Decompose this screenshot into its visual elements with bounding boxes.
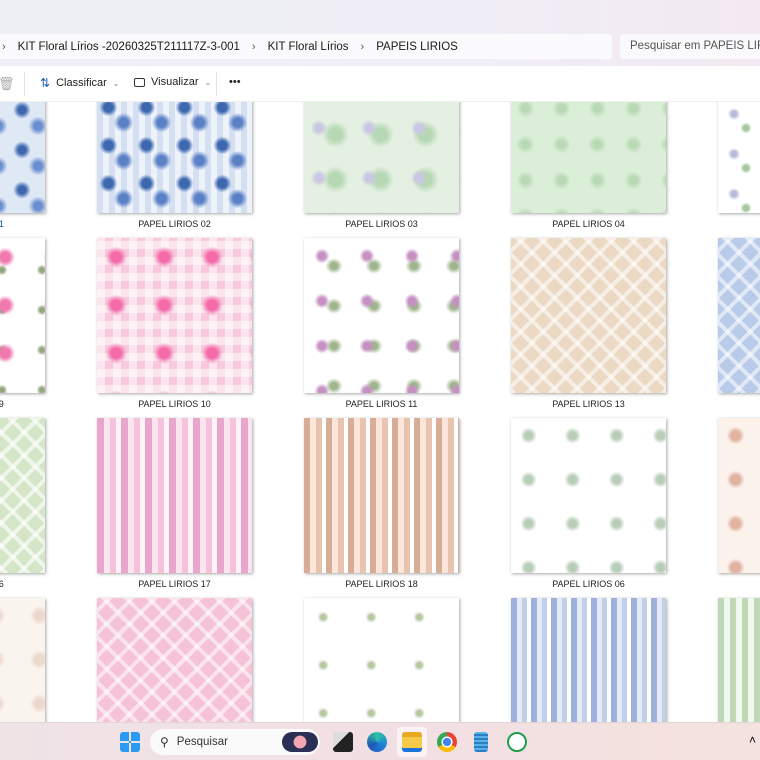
file-thumbnail[interactable]: [304, 238, 459, 393]
chevron-right-icon: ›: [360, 40, 365, 53]
breadcrumb-item[interactable]: KIT Floral Lírios: [268, 41, 349, 53]
start-icon[interactable]: [120, 732, 140, 752]
file-thumbnail[interactable]: [97, 102, 252, 213]
file-name[interactable]: PAPEL LIRIOS 06: [511, 579, 666, 589]
file-name[interactable]: PAPEL LIRIOS 18: [304, 579, 459, 589]
chevron-right-icon: ›: [2, 40, 6, 53]
file-thumbnail[interactable]: [718, 418, 760, 573]
chevron-up-icon[interactable]: ˄: [749, 733, 756, 747]
toolbar: 🗑 ⇅ Classificar ⌄ Visualizar ⌄ •••: [0, 66, 760, 102]
file-thumbnail[interactable]: [0, 238, 45, 393]
divider: [216, 72, 217, 96]
file-thumbnail[interactable]: [97, 598, 252, 722]
view-button[interactable]: Visualizar ⌄: [134, 76, 211, 88]
file-thumbnail[interactable]: [511, 598, 666, 722]
file-thumbnail[interactable]: [511, 418, 666, 573]
file-thumbnail[interactable]: [718, 598, 760, 722]
file-name[interactable]: PAPEL LIRIOS 10: [97, 399, 252, 409]
search-icon: ⚲: [160, 735, 169, 749]
edge-icon[interactable]: [367, 732, 387, 752]
file-thumbnail[interactable]: [0, 102, 45, 213]
breadcrumb-item[interactable]: PAPEIS LIRIOS: [376, 41, 458, 53]
file-thumbnail[interactable]: [0, 418, 45, 573]
task-view-icon[interactable]: [333, 732, 353, 752]
file-thumbnail[interactable]: [97, 418, 252, 573]
file-thumbnail[interactable]: [304, 102, 459, 213]
file-thumbnail[interactable]: [304, 598, 459, 722]
file-name[interactable]: PAPEL LIRIOS 11: [304, 399, 459, 409]
view-icon: [134, 77, 145, 87]
divider: [24, 72, 25, 96]
file-name[interactable]: PAPEL LIRIOS 17: [97, 579, 252, 589]
file-explorer-icon[interactable]: [402, 732, 422, 752]
delete-icon[interactable]: 🗑: [0, 76, 15, 92]
breadcrumb[interactable]: › KIT Floral Lírios -20260325T211117Z-3-…: [0, 34, 612, 59]
chevron-down-icon: ⌄: [204, 77, 212, 87]
chrome-icon[interactable]: [437, 732, 457, 752]
sort-label: Classificar: [56, 77, 107, 89]
file-name[interactable]: PAPEL LIRIOS 02: [97, 219, 252, 229]
chevron-down-icon: ⌄: [112, 78, 120, 88]
file-thumbnail[interactable]: [97, 238, 252, 393]
file-name[interactable]: PAPEL LIRIOS 03: [304, 219, 459, 229]
file-thumbnail[interactable]: [718, 238, 760, 393]
file-grid: PAPEL LIRIOS 01 PAPEL LIRIOS 02 PAPEL LIRI…: [0, 102, 760, 722]
file-thumbnail[interactable]: [511, 102, 666, 213]
more-options-button[interactable]: •••: [229, 76, 241, 88]
file-thumbnail[interactable]: [304, 418, 459, 573]
sort-icon: ⇅: [40, 76, 51, 90]
file-name[interactable]: PAPEL LIRIOS 01: [0, 219, 45, 229]
view-label: Visualizar: [151, 76, 199, 88]
taskbar: ⚲ Pesquisar ˄: [0, 722, 760, 760]
address-bar-area: › KIT Floral Lírios -20260325T211117Z-3-…: [0, 0, 760, 66]
search-highlight-icon: [282, 732, 318, 752]
file-thumbnail[interactable]: [0, 598, 45, 722]
sort-button[interactable]: ⇅ Classificar ⌄: [40, 76, 120, 90]
chevron-right-icon: ›: [251, 40, 256, 53]
file-name[interactable]: PAPEL LIRIOS 16: [0, 579, 45, 589]
file-name[interactable]: PAPEL LIRIOS 09: [0, 399, 45, 409]
file-thumbnail[interactable]: [718, 102, 760, 213]
file-name[interactable]: PAPEL LIRIOS 04: [511, 219, 666, 229]
notepad-icon[interactable]: [474, 732, 488, 752]
search-input[interactable]: Pesquisar em PAPEIS LIRIOS: [620, 34, 760, 59]
whatsapp-icon[interactable]: [507, 732, 527, 752]
taskbar-search-label: Pesquisar: [176, 736, 228, 748]
file-name[interactable]: PAPEL LIRIOS 13: [511, 399, 666, 409]
file-thumbnail[interactable]: [511, 238, 666, 393]
taskbar-search[interactable]: ⚲ Pesquisar: [150, 729, 320, 755]
breadcrumb-item[interactable]: KIT Floral Lírios -20260325T211117Z-3-00…: [18, 41, 240, 53]
